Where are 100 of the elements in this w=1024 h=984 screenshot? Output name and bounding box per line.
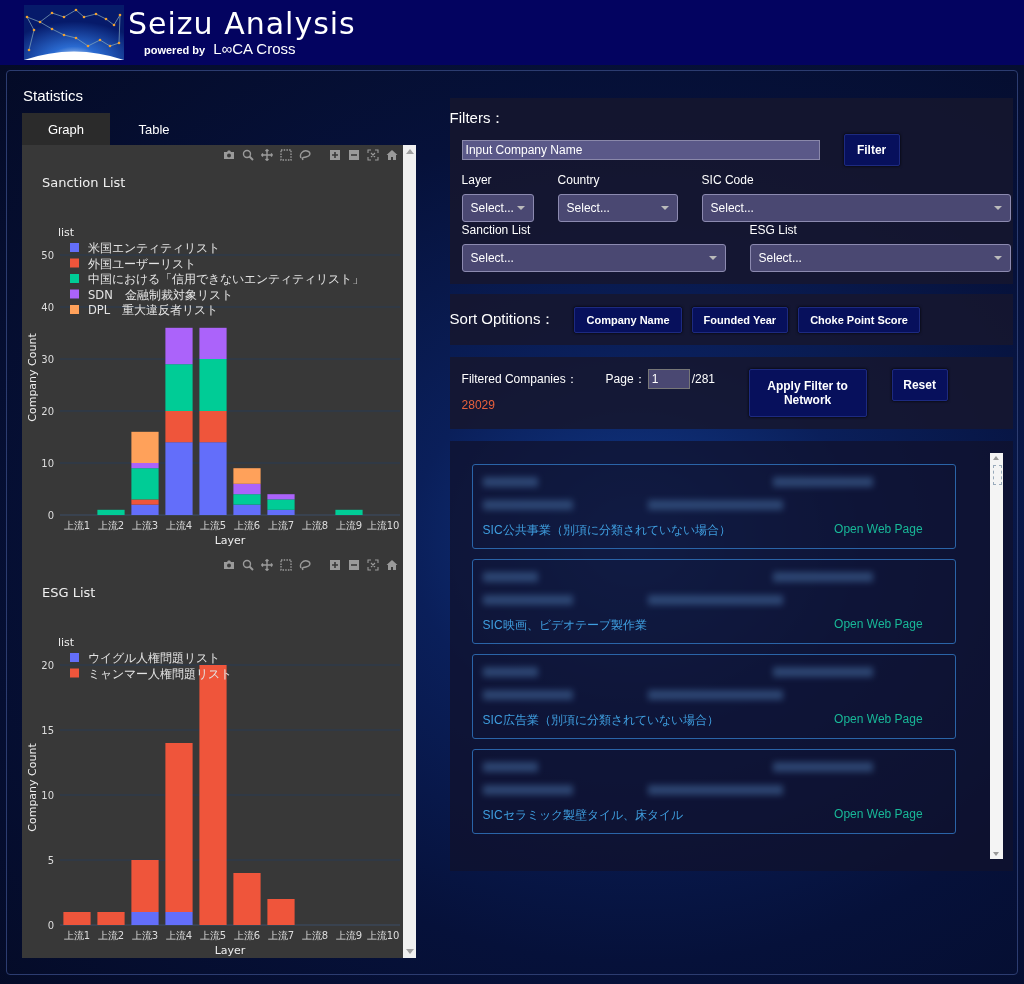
legend-label: ミャンマー人権問題リスト bbox=[88, 666, 232, 681]
dropdown-label: SIC Code bbox=[701, 172, 755, 188]
blurred-text bbox=[482, 667, 538, 677]
x-tick-label: 上流8 bbox=[301, 520, 329, 531]
powered-by-text: powered by bbox=[144, 44, 206, 56]
x-tick-label: 上流9 bbox=[335, 930, 363, 941]
y-tick-label: 0 bbox=[47, 920, 54, 931]
filter-button[interactable]: Filter bbox=[843, 134, 900, 166]
legend-title: list bbox=[58, 226, 75, 239]
select-dropdown[interactable]: Select... bbox=[701, 194, 1011, 222]
sort-button[interactable]: Company Name bbox=[574, 306, 682, 333]
y-tick-label: 5 bbox=[47, 855, 54, 866]
page-field[interactable]: 1 bbox=[647, 369, 690, 389]
caret-icon bbox=[708, 256, 717, 260]
page-total: /281 bbox=[691, 372, 715, 386]
company-name-field[interactable]: Input Company Name bbox=[461, 140, 820, 160]
camera-icon[interactable] bbox=[223, 149, 235, 161]
zoom-in-icon[interactable] bbox=[329, 559, 341, 571]
x-axis-title: Layer bbox=[214, 534, 246, 547]
chart-title: ESG List bbox=[42, 585, 96, 600]
legend-label: 外国ユーザーリスト bbox=[88, 256, 196, 271]
zoom-icon[interactable] bbox=[242, 149, 254, 161]
y-tick-label: 30 bbox=[41, 354, 54, 365]
x-tick-label: 上流5 bbox=[199, 930, 227, 941]
open-web-page-link[interactable]: Open Web Page bbox=[834, 617, 923, 634]
section-heading: Filters： bbox=[449, 108, 507, 128]
select-dropdown[interactable]: Select... bbox=[461, 244, 726, 272]
x-tick-label: 上流5 bbox=[199, 520, 227, 531]
blurred-text bbox=[482, 477, 538, 487]
x-tick-label: 上流6 bbox=[233, 520, 261, 531]
y-axis-title: Company Count bbox=[26, 743, 39, 832]
scroll-up-icon[interactable] bbox=[405, 149, 414, 154]
filtered-count: 28029 bbox=[461, 398, 496, 412]
lasso-icon[interactable] bbox=[299, 559, 311, 571]
y-tick-label: 10 bbox=[41, 458, 54, 469]
dropdown-label: Sanction List bbox=[461, 222, 532, 238]
legend-label: ウイグル人権問題リスト bbox=[88, 651, 220, 665]
select-dropdown[interactable]: Select... bbox=[557, 194, 678, 222]
scroll-down-icon[interactable] bbox=[405, 949, 414, 954]
y-tick-label: 50 bbox=[41, 250, 54, 261]
x-axis-title: Layer bbox=[214, 944, 246, 957]
pan-icon[interactable] bbox=[261, 559, 273, 571]
x-tick-label: 上流10 bbox=[366, 520, 400, 531]
y-axis-title: Company Count bbox=[26, 333, 39, 422]
lasso-icon[interactable] bbox=[299, 149, 311, 161]
scroll-down-icon[interactable] bbox=[993, 852, 999, 856]
sort-button[interactable]: Choke Point Score bbox=[798, 306, 920, 333]
zoom-icon[interactable] bbox=[242, 559, 254, 571]
tab[interactable]: Graph bbox=[22, 113, 110, 145]
app-title: Seizu Analysis bbox=[128, 8, 356, 40]
open-web-page-link[interactable]: Open Web Page bbox=[834, 522, 923, 539]
y-tick-label: 10 bbox=[41, 790, 54, 801]
y-tick-label: 20 bbox=[41, 406, 54, 417]
select-dropdown[interactable]: Select... bbox=[461, 194, 534, 222]
x-tick-label: 上流4 bbox=[165, 520, 193, 531]
box-select-icon[interactable] bbox=[280, 559, 292, 571]
y-tick-label: 0 bbox=[47, 510, 54, 521]
section-heading: Statistics bbox=[23, 86, 84, 106]
camera-icon[interactable] bbox=[223, 559, 235, 571]
filtered-companies-label: Filtered Companies： bbox=[461, 371, 579, 388]
legend-title: list bbox=[58, 636, 75, 649]
dropdown-label: Layer bbox=[461, 172, 493, 188]
scrollbar[interactable] bbox=[990, 453, 1003, 859]
x-tick-label: 上流7 bbox=[267, 520, 295, 531]
open-web-page-link[interactable]: Open Web Page bbox=[834, 712, 923, 729]
brand-name: L∞CA Cross bbox=[213, 40, 296, 57]
x-tick-label: 上流2 bbox=[97, 520, 125, 531]
autoscale-icon[interactable] bbox=[367, 559, 379, 571]
caret-icon bbox=[994, 206, 1002, 210]
apply-filter-button[interactable]: Apply Filter to Network bbox=[748, 369, 867, 417]
x-tick-label: 上流6 bbox=[233, 930, 261, 941]
sort-heading: Sort Optitions： bbox=[449, 310, 556, 329]
legend-label: DPL 重大違反者リスト bbox=[88, 303, 219, 317]
zoom-out-icon[interactable] bbox=[348, 149, 360, 161]
sic-description: SICセラミック製壁タイル、床タイル bbox=[482, 807, 683, 824]
scroll-up-icon[interactable] bbox=[993, 456, 999, 460]
x-tick-label: 上流8 bbox=[301, 930, 329, 941]
home-icon[interactable] bbox=[386, 149, 398, 161]
x-tick-label: 上流10 bbox=[366, 930, 400, 941]
page-label: Page： bbox=[605, 370, 646, 388]
open-web-page-link[interactable]: Open Web Page bbox=[834, 807, 923, 824]
scroll-thumb[interactable] bbox=[993, 465, 1002, 485]
dropdown-label: ESG List bbox=[749, 222, 798, 238]
tab[interactable]: Table bbox=[110, 113, 198, 145]
zoom-out-icon[interactable] bbox=[348, 559, 360, 571]
x-tick-label: 上流9 bbox=[335, 520, 363, 531]
x-tick-label: 上流2 bbox=[97, 930, 125, 941]
y-tick-label: 20 bbox=[41, 660, 54, 671]
zoom-in-icon[interactable] bbox=[329, 149, 341, 161]
legend-label: 米国エンティティリスト bbox=[88, 241, 220, 255]
box-select-icon[interactable] bbox=[280, 149, 292, 161]
scrollbar[interactable] bbox=[402, 145, 416, 958]
blurred-text bbox=[482, 572, 538, 582]
caret-icon bbox=[516, 206, 525, 210]
sort-button[interactable]: Founded Year bbox=[691, 306, 789, 333]
select-dropdown[interactable]: Select... bbox=[749, 244, 1011, 272]
pan-icon[interactable] bbox=[261, 149, 273, 161]
autoscale-icon[interactable] bbox=[367, 149, 379, 161]
reset-button[interactable]: Reset bbox=[891, 369, 948, 401]
home-icon[interactable] bbox=[386, 559, 398, 571]
